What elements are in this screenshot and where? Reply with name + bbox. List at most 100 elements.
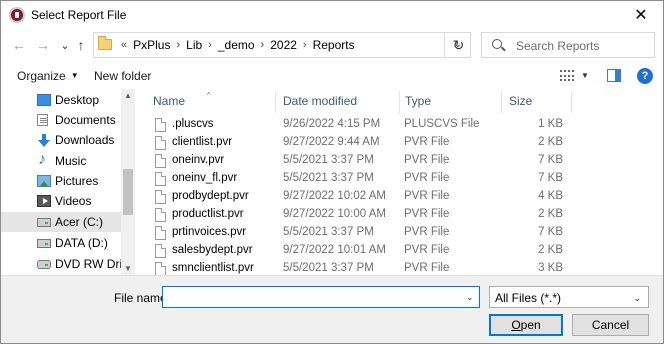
sidebar-item-label: Music	[55, 154, 87, 168]
breadcrumb-separator[interactable]: ›	[176, 39, 180, 51]
breadcrumb-separator[interactable]: ›	[303, 39, 307, 51]
file-type: PVR File	[404, 226, 450, 238]
file-size: 2 KB	[538, 136, 563, 148]
file-date: 9/27/2022 9:44 AM	[283, 136, 380, 148]
column-divider[interactable]	[501, 91, 502, 113]
column-divider[interactable]	[275, 91, 276, 113]
column-header-name[interactable]: Name ^	[153, 91, 211, 108]
file-type-value: All Files (*.*)	[495, 291, 562, 305]
file-name: clientlist.pvr	[172, 136, 233, 148]
title-bar: Select Report File ✕	[1, 1, 663, 29]
cancel-button[interactable]: Cancel	[572, 314, 649, 336]
chevron-down-icon: ⌄	[633, 293, 641, 303]
scroll-up-arrow[interactable]: ▲	[124, 91, 132, 100]
select-report-file-dialog: Select Report File ✕ ← → ⌄ ↑ « PxPlus › …	[0, 0, 664, 344]
column-header-type[interactable]: Type	[405, 94, 431, 108]
sidebar-item-data-d[interactable]: DATA (D:)	[1, 233, 121, 253]
file-row[interactable]: .pluscvs 9/26/2022 4:15 PM PLUSCVS File …	[137, 116, 663, 134]
column-divider[interactable]	[399, 91, 400, 113]
change-view-icon[interactable]	[560, 70, 574, 81]
organize-label: Organize	[17, 69, 66, 83]
breadcrumb: « PxPlus › Lib › _demo › 2022 › Reports	[118, 38, 358, 52]
pictures-icon	[37, 175, 51, 187]
dialog-footer: File name: ⌄ All Files (*.*) ⌄ Open Canc…	[1, 275, 663, 343]
organize-button[interactable]: Organize ▼	[17, 69, 79, 83]
sidebar-item-label: Downloads	[55, 133, 115, 147]
file-type: PVR File	[404, 136, 450, 148]
file-size: 2 KB	[538, 244, 563, 256]
file-name: smnclientlist.pvr	[172, 262, 254, 274]
file-icon	[155, 226, 166, 240]
file-icon	[155, 154, 166, 168]
file-name-dropdown-icon[interactable]: ⌄	[466, 292, 474, 303]
file-row[interactable]: productlist.pvr 9/27/2022 10:00 AM PVR F…	[137, 206, 663, 224]
app-icon	[9, 7, 25, 23]
column-header-size[interactable]: Size	[509, 94, 532, 108]
breadcrumb-item[interactable]: 2022	[270, 38, 297, 52]
file-name-input[interactable]	[162, 286, 480, 308]
file-type-select[interactable]: All Files (*.*) ⌄	[489, 286, 649, 308]
up-button[interactable]: ↑	[71, 35, 91, 55]
music-icon	[37, 151, 51, 169]
desktop-icon	[37, 94, 51, 106]
file-row[interactable]: salesbydept.pvr 9/27/2022 10:01 AM PVR F…	[137, 242, 663, 260]
address-bar[interactable]: « PxPlus › Lib › _demo › 2022 › Reports …	[93, 32, 471, 58]
file-row[interactable]: oneinv.pvr 5/5/2021 3:37 PM PVR File 7 K…	[137, 152, 663, 170]
column-header-date-modified[interactable]: Date modified	[283, 94, 357, 108]
drive-icon	[37, 218, 51, 227]
file-row[interactable]: oneinv_fl.pvr 5/5/2021 3:37 PM PVR File …	[137, 170, 663, 188]
breadcrumb-separator[interactable]: ›	[208, 39, 212, 51]
breadcrumb-item[interactable]: _demo	[218, 38, 255, 52]
file-icon	[155, 244, 166, 258]
file-row[interactable]: prtinvoices.pvr 5/5/2021 3:37 PM PVR Fil…	[137, 224, 663, 242]
forward-button[interactable]: →	[33, 35, 53, 55]
close-button[interactable]: ✕	[619, 1, 663, 29]
back-button[interactable]: ←	[9, 35, 29, 55]
breadcrumb-item[interactable]: PxPlus	[133, 38, 170, 52]
refresh-button[interactable]: ↻	[444, 32, 472, 58]
breadcrumb-item[interactable]: Lib	[186, 38, 202, 52]
file-size: 7 KB	[538, 226, 563, 238]
sidebar-item-label: Acer (C:)	[55, 215, 103, 229]
preview-pane-icon[interactable]	[607, 69, 621, 82]
sidebar-item-downloads[interactable]: Downloads	[1, 130, 121, 150]
column-header-label: Name	[153, 94, 186, 108]
column-divider[interactable]	[571, 91, 572, 113]
navigation-pane-scrollbar[interactable]: ▲ ▼	[121, 89, 135, 275]
sidebar-item-music[interactable]: Music	[1, 151, 121, 171]
file-icon	[155, 190, 166, 204]
view-options-button[interactable]: ▼	[581, 71, 589, 80]
help-icon[interactable]: ?	[637, 68, 653, 84]
file-icon	[155, 136, 166, 150]
sort-ascending-icon: ^	[207, 91, 211, 100]
sidebar-item-desktop[interactable]: Desktop	[1, 90, 121, 110]
sidebar-item-dvd-rw-drive[interactable]: DVD RW Drive	[1, 254, 135, 274]
file-name: productlist.pvr	[172, 208, 244, 220]
file-type: PVR File	[404, 190, 450, 202]
file-date: 9/27/2022 10:02 AM	[283, 190, 386, 202]
file-name: prodbydept.pvr	[172, 190, 249, 202]
scrollbar-thumb[interactable]	[123, 169, 133, 215]
navigation-pane: Desktop Documents Downloads Music Pictur…	[1, 89, 135, 275]
file-row[interactable]: prodbydept.pvr 9/27/2022 10:02 AM PVR Fi…	[137, 188, 663, 206]
sidebar-item-videos[interactable]: Videos	[1, 191, 121, 211]
open-button[interactable]: Open	[489, 314, 563, 336]
new-folder-button[interactable]: New folder	[94, 69, 151, 83]
breadcrumb-overflow[interactable]: «	[121, 39, 127, 51]
sidebar-item-label: Videos	[55, 194, 92, 208]
sidebar-item-pictures[interactable]: Pictures	[1, 171, 121, 191]
sidebar-item-documents[interactable]: Documents	[1, 110, 121, 130]
command-bar: Organize ▼ New folder ▼ ?	[1, 63, 663, 89]
breadcrumb-separator[interactable]: ›	[261, 39, 265, 51]
file-icon	[155, 262, 166, 276]
file-row[interactable]: clientlist.pvr 9/27/2022 9:44 AM PVR Fil…	[137, 134, 663, 152]
file-size: 3 KB	[538, 262, 563, 274]
file-type: PVR File	[404, 244, 450, 256]
scroll-down-arrow[interactable]: ▼	[124, 264, 132, 273]
file-size: 4 KB	[538, 190, 563, 202]
file-name: salesbydept.pvr	[172, 244, 253, 256]
chevron-down-icon: ▼	[70, 71, 79, 80]
search-box[interactable]: Search Reports	[481, 32, 655, 58]
sidebar-item-acer-c[interactable]: Acer (C:)	[1, 212, 121, 232]
breadcrumb-item[interactable]: Reports	[313, 38, 355, 52]
